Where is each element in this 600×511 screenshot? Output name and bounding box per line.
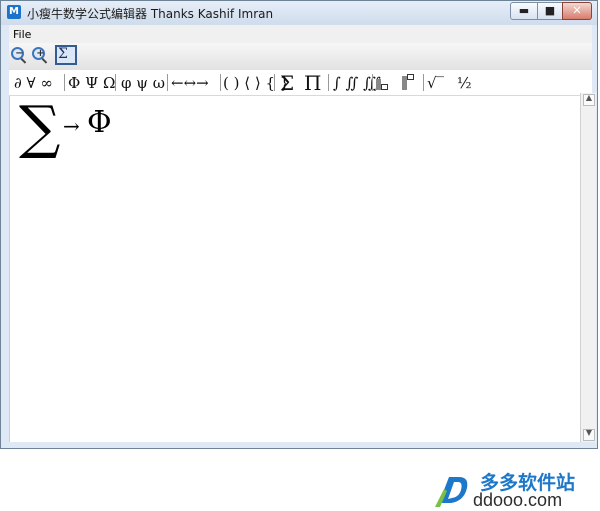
toolbar-separator bbox=[64, 74, 65, 91]
sqrt-template[interactable]: √‾ bbox=[427, 74, 444, 92]
toolbar-separator bbox=[423, 74, 424, 91]
symbol-group-operators[interactable]: ∂ ∀ ∞ bbox=[14, 74, 53, 92]
toolbar-separator bbox=[372, 74, 373, 91]
minimize-icon: ▬ bbox=[518, 4, 530, 17]
watermark-logo-icon bbox=[435, 477, 468, 507]
app-window: M 小瘦牛数学公式编辑器 Thanks Kashif Imran ▬ ■ ✕ F… bbox=[0, 0, 598, 510]
vertical-scrollbar[interactable]: ▲ ▼ bbox=[580, 93, 596, 443]
symbol-group-arrows[interactable]: ←↔→ bbox=[171, 74, 209, 92]
formula-editor[interactable]: ∑ → Φ 多多软件站 ddooo.com bbox=[9, 96, 581, 510]
formula-view-button[interactable]: Σ bbox=[55, 45, 77, 65]
scroll-up-button[interactable]: ▲ bbox=[583, 93, 595, 106]
toolbar-separator bbox=[220, 74, 221, 91]
app-icon: M bbox=[7, 5, 21, 19]
formula-sigma[interactable]: ∑ bbox=[19, 98, 60, 156]
integral-templates[interactable]: ∫ ∬ ∭ bbox=[333, 74, 381, 92]
sigma-icon: Σ bbox=[58, 46, 68, 62]
title-bar[interactable]: M 小瘦牛数学公式编辑器 Thanks Kashif Imran ▬ ■ ✕ bbox=[1, 1, 597, 25]
toolbar-separator bbox=[115, 74, 116, 91]
symbol-toolbar: ∂ ∀ ∞ Φ Ψ Ω φ ψ ω ←↔→ ( ) ⟨ ⟩ { } Σ Π ∫ … bbox=[9, 70, 592, 96]
maximize-button[interactable]: ■ bbox=[537, 2, 563, 20]
formula-arrow[interactable]: → bbox=[63, 114, 80, 138]
maximize-icon: ■ bbox=[544, 4, 556, 17]
watermark-domain: ddooo.com bbox=[473, 490, 563, 510]
zoom-out-button[interactable]: − bbox=[11, 47, 29, 65]
formula-phi[interactable]: Φ bbox=[87, 105, 112, 140]
menu-file[interactable]: File bbox=[13, 28, 31, 41]
fraction-template[interactable]: ½ bbox=[457, 74, 472, 92]
zoom-in-button[interactable]: + bbox=[32, 47, 50, 65]
subscript-template[interactable] bbox=[376, 74, 388, 90]
close-button[interactable]: ✕ bbox=[562, 2, 592, 20]
toolbar-separator bbox=[167, 74, 168, 91]
toolbar-separator bbox=[328, 74, 329, 91]
close-icon: ✕ bbox=[572, 4, 582, 17]
menu-bar: File bbox=[9, 25, 592, 43]
toolbar-separator bbox=[274, 74, 275, 91]
symbol-group-greek-upper[interactable]: Φ Ψ Ω bbox=[68, 74, 115, 92]
scroll-down-icon: ▼ bbox=[585, 428, 593, 437]
window-bottom-edge bbox=[9, 442, 595, 448]
product-template[interactable]: Π bbox=[304, 71, 321, 95]
summation-template[interactable]: Σ bbox=[280, 71, 294, 95]
superscript-template[interactable] bbox=[402, 74, 414, 90]
scroll-down-button[interactable]: ▼ bbox=[583, 428, 595, 441]
toolbar-main: − + Σ bbox=[9, 43, 592, 71]
scroll-up-icon: ▲ bbox=[585, 93, 593, 102]
window-title: 小瘦牛数学公式编辑器 Thanks Kashif Imran bbox=[27, 7, 274, 21]
minimize-button[interactable]: ▬ bbox=[510, 2, 538, 20]
symbol-group-greek-lower[interactable]: φ ψ ω bbox=[121, 74, 165, 92]
